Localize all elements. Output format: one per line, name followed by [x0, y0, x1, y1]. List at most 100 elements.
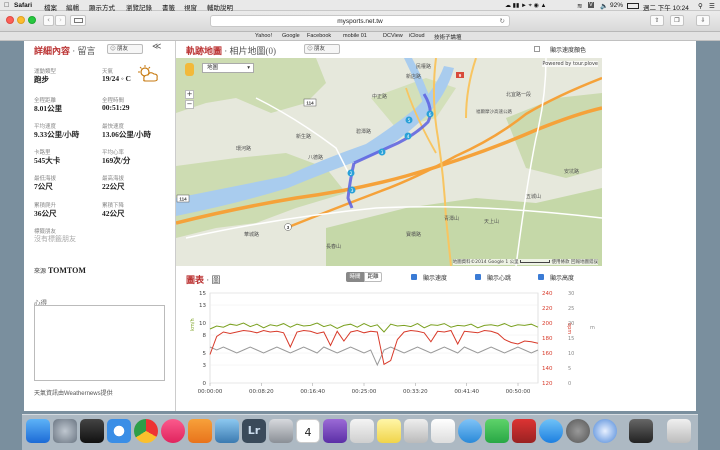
map-copyright: 地圖資料©2014 Google: [452, 260, 504, 265]
browser-toolbar: ‹ › mysports.net.tw ↻ ⇧ ❐ ⇩: [0, 11, 720, 32]
chart-subtitle[interactable]: 圖: [212, 275, 221, 285]
downloads-button[interactable]: ⇩: [696, 15, 710, 26]
trash-icon[interactable]: [667, 419, 691, 443]
system-preferences-icon[interactable]: [566, 419, 590, 443]
x-tick-label: 00:25:00: [352, 389, 377, 395]
clock[interactable]: 週二 下午 10:24: [643, 2, 689, 12]
map-place-label: 碧潭路: [356, 128, 371, 135]
share-button[interactable]: ⇧: [650, 15, 664, 26]
map-friend-button[interactable]: ☺ 朋友: [304, 44, 340, 54]
source-value: TOMTOM: [47, 266, 86, 275]
show-hr-checkbox[interactable]: [475, 274, 481, 280]
tab-time[interactable]: 時間: [346, 272, 364, 282]
input-method-icon[interactable]: V: [588, 1, 594, 8]
photos-import-icon[interactable]: [215, 419, 239, 443]
facetime-icon[interactable]: [485, 419, 509, 443]
fav-forum[interactable]: 技術子論壇: [434, 33, 462, 41]
address-bar[interactable]: mysports.net.tw ↻: [210, 14, 510, 27]
finder-icon[interactable]: [26, 419, 50, 443]
menu-view[interactable]: 顯示方式: [89, 2, 115, 12]
zoom-out-button[interactable]: −: [185, 100, 194, 109]
spotlight-icon[interactable]: ⚲: [698, 2, 703, 10]
report-error-link[interactable]: 回報地圖錯誤: [571, 260, 598, 265]
fav-google[interactable]: Google: [282, 33, 300, 39]
reminders-icon[interactable]: [404, 419, 428, 443]
friend-button[interactable]: ☺ 朋友: [107, 44, 143, 54]
show-alt-checkbox[interactable]: [538, 274, 544, 280]
alt-tick-label: 25: [568, 306, 574, 312]
speed-tick-label: 13: [199, 303, 206, 309]
speed-color-checkbox[interactable]: [534, 46, 540, 52]
battery-icon[interactable]: [627, 2, 639, 9]
notification-center-icon[interactable]: ☰: [709, 2, 715, 10]
reload-icon[interactable]: ↻: [500, 16, 505, 27]
preview-icon[interactable]: [269, 419, 293, 443]
fav-icloud[interactable]: iCloud: [409, 33, 425, 39]
show-speed-checkbox[interactable]: [411, 274, 417, 280]
map-place-label: 安坑路: [564, 168, 579, 175]
contacts-icon[interactable]: [431, 419, 455, 443]
imovie-icon[interactable]: [323, 419, 347, 443]
minimize-window-button[interactable]: [17, 16, 25, 24]
apple-icon[interactable]: : [4, 2, 9, 9]
sidebar-button[interactable]: [70, 15, 86, 26]
dock: Lr 4: [22, 414, 698, 450]
url-text: mysports.net.tw: [337, 17, 383, 25]
tab-distance[interactable]: 距離: [364, 272, 382, 282]
status-icons[interactable]: ☁ ▮▮ ► ⌖ ◉ ▲: [505, 2, 546, 10]
launchpad-icon[interactable]: [53, 419, 77, 443]
zoom-window-button[interactable]: [28, 16, 36, 24]
safari-icon[interactable]: [107, 419, 131, 443]
lightroom-icon[interactable]: Lr: [242, 419, 266, 443]
collapse-button[interactable]: ≪: [152, 42, 161, 52]
activity-chart[interactable]: km/h bpm m 03581013151201401601802002202…: [176, 287, 602, 405]
ibooks-icon[interactable]: [188, 419, 212, 443]
powered-by-label[interactable]: Powered by tour.plove: [542, 61, 598, 67]
share-icon: ⇧: [654, 17, 660, 24]
stat-value: 00:51:29: [102, 103, 130, 112]
fav-mobile01[interactable]: mobile 01: [343, 33, 367, 39]
textedit-icon[interactable]: [350, 419, 374, 443]
wifi-icon[interactable]: ≋: [577, 2, 582, 10]
menu-edit[interactable]: 編輯: [66, 2, 79, 12]
chrome-icon[interactable]: [134, 419, 158, 443]
menu-file[interactable]: 檔案: [44, 2, 57, 12]
show-alt-label: 顯示高度: [550, 275, 575, 282]
quicktime-icon[interactable]: [593, 419, 617, 443]
utility-app-icon[interactable]: [629, 419, 653, 443]
map-place-label: 環河路: [236, 145, 251, 152]
menu-app-safari[interactable]: Safari: [14, 2, 32, 9]
fav-dcview[interactable]: DCView: [383, 33, 403, 39]
back-button[interactable]: ‹: [43, 15, 54, 26]
menu-history[interactable]: 瀏覽記錄: [126, 2, 152, 12]
tabs-button[interactable]: ❐: [670, 15, 684, 26]
route-map[interactable]: 3 2 3 4 5 6 八德路 新生路 青潭山 天上山 五城山 安坑路 長春山 …: [176, 58, 602, 266]
menu-help[interactable]: 輔助說明: [207, 2, 233, 12]
notes-textarea[interactable]: [34, 305, 165, 381]
photo-booth-icon[interactable]: [512, 419, 536, 443]
forward-button[interactable]: ›: [55, 15, 66, 26]
itunes-icon[interactable]: [161, 419, 185, 443]
notes-icon[interactable]: [377, 419, 401, 443]
volume-icon[interactable]: 🔈: [600, 2, 608, 10]
user-icon: ☺: [110, 46, 116, 52]
map-place-label: 長春山: [326, 243, 341, 250]
fav-yahoo[interactable]: Yahoo!: [255, 33, 272, 39]
fav-facebook[interactable]: Facebook: [307, 33, 331, 39]
photo-map-tab[interactable]: 相片地圖(0): [230, 46, 277, 56]
scale-bar: [520, 260, 551, 263]
mission-control-icon[interactable]: [80, 419, 104, 443]
calendar-icon[interactable]: 4: [296, 419, 320, 443]
favorites-bar: Yahoo! Google Facebook mobile 01 DCView …: [0, 32, 720, 41]
zoom-in-button[interactable]: +: [185, 90, 194, 99]
comments-tab[interactable]: 留言: [78, 46, 96, 56]
street-view-pegman-icon[interactable]: [185, 63, 194, 76]
app-store-icon[interactable]: [539, 419, 563, 443]
menu-bookmarks[interactable]: 書籤: [162, 2, 175, 12]
terms-link[interactable]: 使用條款: [552, 260, 570, 265]
messages-icon[interactable]: [458, 419, 482, 443]
map-type-select[interactable]: 地圖 ▾: [202, 63, 254, 73]
close-window-button[interactable]: [6, 16, 14, 24]
stat-value: 22公尺: [102, 182, 125, 191]
menu-window[interactable]: 視窗: [184, 2, 197, 12]
